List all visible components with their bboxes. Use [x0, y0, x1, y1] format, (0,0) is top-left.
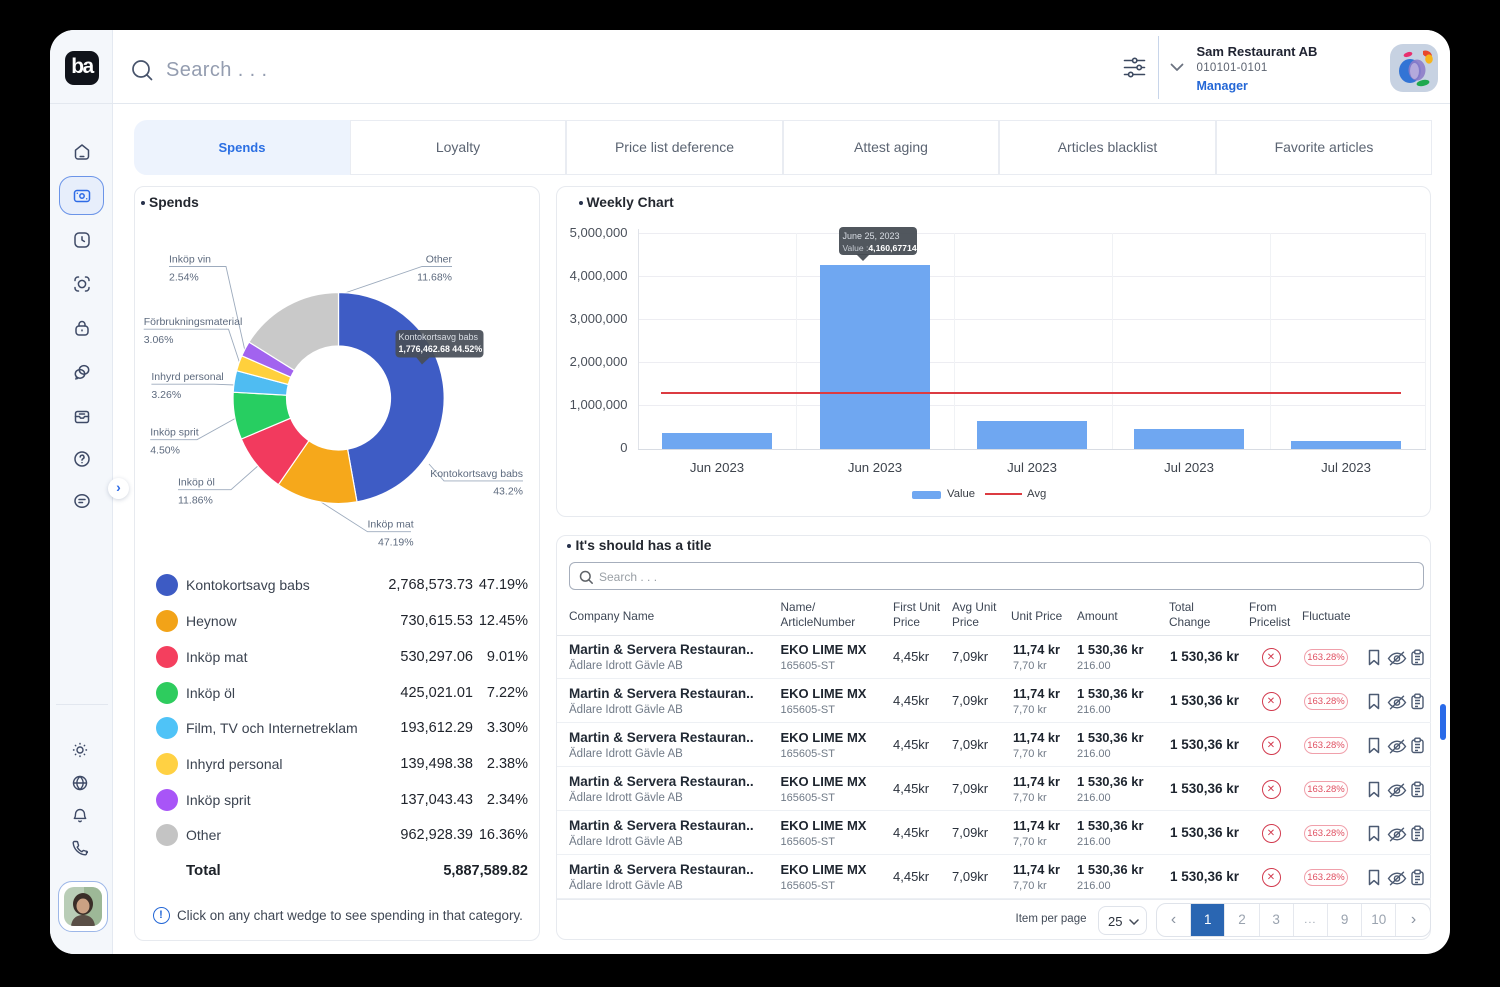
- svg-text:11.86%: 11.86%: [178, 495, 213, 507]
- svg-text:3.06%: 3.06%: [144, 334, 174, 346]
- svg-text:Kontokortsavg babs: Kontokortsavg babs: [399, 332, 479, 342]
- svg-text:1,776,462.68 44.52%: 1,776,462.68 44.52%: [399, 344, 483, 354]
- svg-text:4.50%: 4.50%: [150, 445, 180, 457]
- svg-text:Inköp öl: Inköp öl: [178, 477, 215, 489]
- svg-text:Inhyrd personal: Inhyrd personal: [151, 371, 223, 383]
- svg-text:11.68%: 11.68%: [417, 272, 452, 284]
- svg-text:Inköp vin: Inköp vin: [169, 254, 211, 266]
- svg-text:43.2%: 43.2%: [493, 486, 523, 498]
- svg-text:Kontokortsavg babs: Kontokortsavg babs: [430, 468, 523, 480]
- svg-text:Inköp mat: Inköp mat: [368, 519, 414, 531]
- svg-text:3.26%: 3.26%: [151, 389, 181, 401]
- svg-text:47.19%: 47.19%: [378, 537, 414, 549]
- svg-text:2.54%: 2.54%: [169, 272, 199, 284]
- svg-text:Inköp sprit: Inköp sprit: [150, 427, 199, 439]
- svg-text:Förbrukningsmaterial: Förbrukningsmaterial: [144, 316, 243, 328]
- svg-text:Other: Other: [426, 254, 453, 266]
